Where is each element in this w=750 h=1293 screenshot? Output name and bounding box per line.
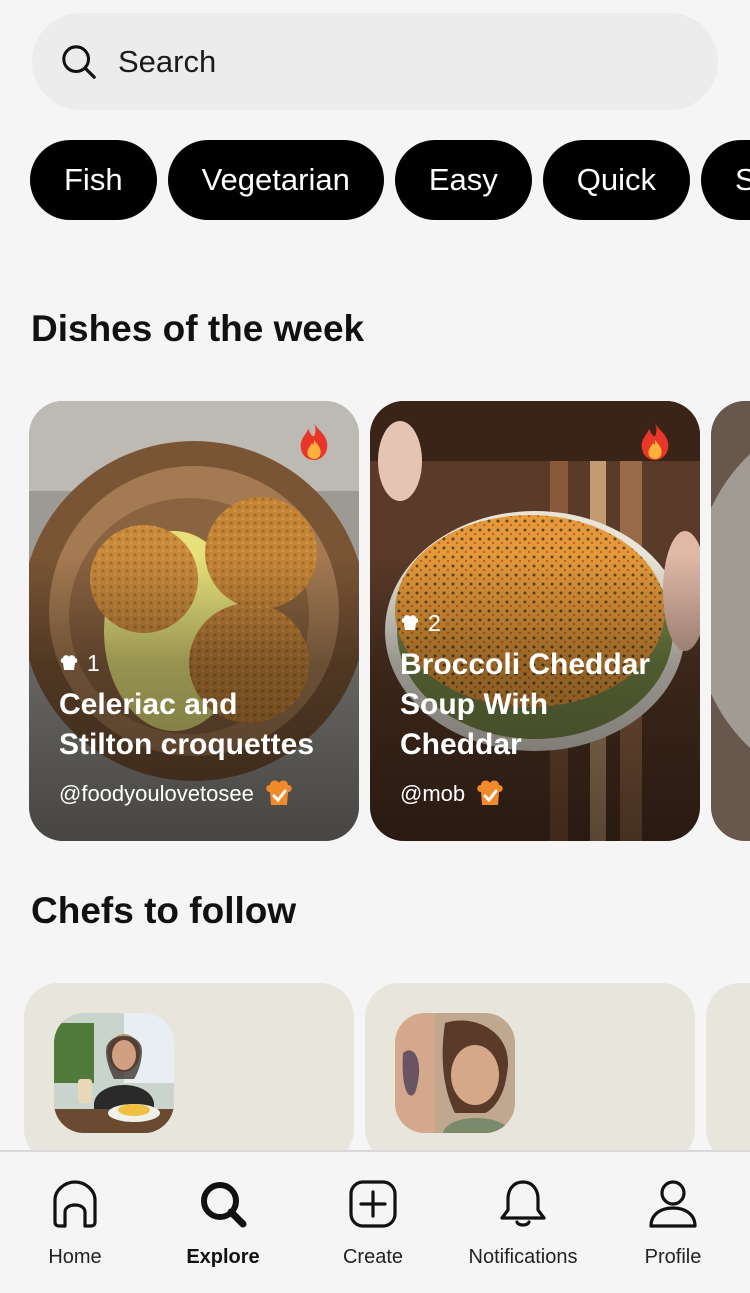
chef-card[interactable] — [365, 983, 695, 1163]
verified-chef-icon — [477, 780, 503, 805]
dish-author[interactable]: @foodyoulovetosee — [59, 781, 254, 807]
chef-hat-icon — [60, 654, 78, 670]
bell-icon — [500, 1180, 546, 1227]
chef-card-partial[interactable] — [706, 983, 750, 1163]
chef-photo — [54, 1013, 174, 1133]
nav-home-label: Home — [48, 1246, 102, 1268]
dish-image — [711, 401, 750, 841]
dish-rank: 1 — [87, 650, 100, 676]
profile-icon — [649, 1180, 697, 1228]
dish-title: Broccoli Cheddar Soup With Cheddar — [400, 648, 651, 761]
dish-card[interactable]: 1 Celeriac and Stilton croquettes @foody… — [29, 401, 359, 841]
chef-card[interactable] — [24, 983, 354, 1163]
search-placeholder: Search — [118, 43, 217, 79]
chefs-carousel — [24, 983, 750, 1163]
fire-icon — [300, 422, 328, 460]
nav-profile-label: Profile — [644, 1246, 702, 1268]
search-bar[interactable]: Search — [32, 13, 718, 110]
filter-chips: Fish Vegetarian Easy Quick S — [30, 140, 750, 220]
verified-chef-icon — [266, 780, 292, 805]
chip-easy[interactable]: Easy — [394, 140, 532, 220]
search-icon — [62, 44, 96, 79]
bottom-nav: Home Explore Create Notifications Profil… — [0, 1150, 750, 1293]
chefs-section-title: Chefs to follow — [31, 890, 297, 931]
chip-partial[interactable]: S — [700, 140, 750, 220]
nav-create-label: Create — [342, 1246, 404, 1268]
dishes-carousel: 1 Celeriac and Stilton croquettes @foody… — [29, 401, 750, 841]
chip-quick[interactable]: Quick — [542, 140, 690, 220]
chip-vegetarian[interactable]: Vegetarian — [167, 140, 384, 220]
home-icon — [53, 1180, 97, 1228]
chef-avatar — [54, 1013, 174, 1133]
chip-fish[interactable]: Fish — [30, 140, 157, 220]
nav-profile[interactable]: Profile — [598, 1152, 748, 1293]
fire-icon — [641, 422, 669, 460]
dishes-section-title: Dishes of the week — [31, 308, 365, 349]
nav-notifications[interactable]: Notifications — [448, 1152, 598, 1293]
dish-card-partial[interactable] — [711, 401, 750, 841]
nav-notifications-label: Notifications — [468, 1246, 578, 1268]
dish-author[interactable]: @mob — [400, 781, 465, 807]
explore-icon — [201, 1182, 247, 1228]
nav-create[interactable]: Create — [298, 1152, 448, 1293]
dish-rank: 2 — [428, 610, 441, 636]
dish-title: Celeriac and Stilton croquettes — [59, 688, 315, 761]
dish-card[interactable]: 2 Broccoli Cheddar Soup With Cheddar @mo… — [370, 401, 700, 841]
chef-photo — [395, 1013, 515, 1133]
nav-home[interactable]: Home — [0, 1152, 150, 1293]
nav-explore-label: Explore — [186, 1246, 260, 1268]
explore-screen: Search Fish Vegetarian Easy Quick S Dish… — [0, 0, 750, 1293]
chef-avatar — [395, 1013, 515, 1133]
create-icon — [349, 1180, 397, 1228]
nav-explore[interactable]: Explore — [148, 1152, 298, 1293]
chef-hat-icon — [401, 614, 419, 630]
